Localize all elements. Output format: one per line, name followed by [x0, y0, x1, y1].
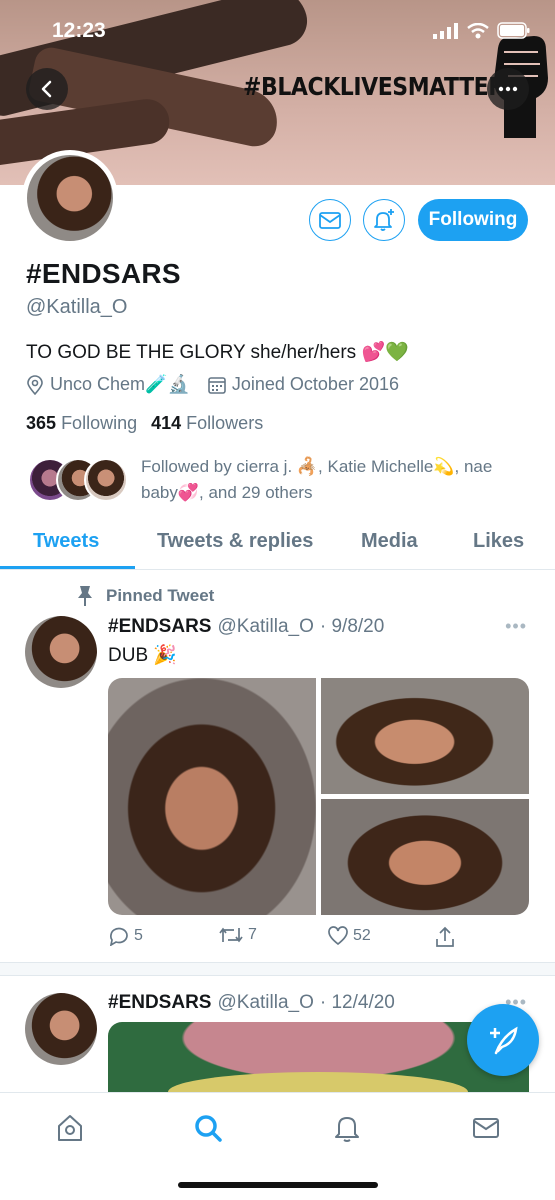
notifications-button[interactable]: [363, 199, 405, 241]
tweet-more-button[interactable]: •••: [505, 616, 527, 637]
tab-media[interactable]: Media: [361, 530, 418, 553]
messages-icon[interactable]: [471, 1113, 501, 1143]
location-item: Unco Chem🧪🔬: [26, 374, 190, 395]
followers-count: 414: [151, 413, 182, 433]
wifi-icon: [467, 22, 489, 38]
tweet-photo[interactable]: [108, 1022, 529, 1102]
like-button[interactable]: 52: [327, 926, 371, 946]
tweet-author-handle: @Katilla_O: [217, 616, 314, 637]
reply-button[interactable]: 5: [108, 926, 143, 946]
tweet-date: · 9/8/20: [319, 616, 385, 637]
retweet-icon: [219, 927, 243, 943]
avatar: [84, 458, 128, 502]
following-count-link[interactable]: 365 Following: [26, 413, 137, 434]
search-icon[interactable]: [193, 1113, 223, 1143]
tab-tweets-replies[interactable]: Tweets & replies: [157, 530, 313, 553]
tweet-author-handle: @Katilla_O: [217, 992, 314, 1013]
profile-handle: @Katilla_O: [26, 296, 128, 318]
share-icon: [436, 926, 454, 947]
tweet-photo[interactable]: [321, 799, 529, 915]
reply-count: 5: [134, 927, 143, 944]
more-options-button[interactable]: [487, 68, 529, 110]
following-button[interactable]: Following: [418, 199, 528, 241]
following-label: Following: [61, 413, 138, 433]
calendar-icon: [208, 376, 226, 394]
chevron-left-icon: [41, 80, 52, 98]
profile-bio: TO GOD BE THE GLORY she/her/hers 💕💚: [26, 342, 409, 363]
tweet-author-name: #ENDSARS: [108, 616, 212, 637]
joined-item: Joined October 2016: [208, 374, 399, 395]
message-button[interactable]: [309, 199, 351, 241]
home-indicator: [178, 1182, 378, 1188]
tweet-date: · 12/4/20: [319, 992, 395, 1013]
retweet-button[interactable]: 7: [218, 926, 257, 944]
status-time: 12:23: [52, 19, 106, 42]
more-icon: [498, 86, 518, 92]
profile-location: Unco Chem🧪🔬: [50, 374, 190, 394]
notifications-icon[interactable]: [332, 1113, 362, 1143]
tweet-header: #ENDSARS @Katilla_O · 9/8/20: [108, 616, 384, 638]
compose-tweet-button[interactable]: [467, 1004, 539, 1076]
tweet-actions: 5 7 52: [108, 926, 458, 952]
share-button[interactable]: [435, 926, 455, 948]
profile-joined: Joined October 2016: [231, 374, 399, 394]
like-count: 52: [353, 927, 371, 944]
following-count: 365: [26, 413, 57, 433]
tab-tweets[interactable]: Tweets: [33, 530, 99, 553]
tweet-avatar[interactable]: [25, 616, 97, 688]
followers-count-link[interactable]: 414 Followers: [151, 413, 263, 434]
retweet-count: 7: [248, 926, 257, 943]
follow-counts: 365 Following 414 Followers: [26, 413, 263, 434]
profile-avatar[interactable]: [22, 150, 118, 246]
profile-name: #ENDSARS: [26, 258, 181, 289]
tweet-avatar[interactable]: [25, 993, 97, 1065]
reply-icon: [109, 927, 128, 946]
profile-meta: Unco Chem🧪🔬 Joined October 2016: [26, 374, 417, 395]
location-pin-icon: [27, 374, 43, 395]
tweet-author-name: #ENDSARS: [108, 992, 212, 1013]
tweet-text: DUB 🎉: [108, 645, 178, 666]
compose-feather-icon: [490, 1026, 518, 1055]
profile-tabs: Tweets Tweets & replies Media Likes: [0, 520, 555, 570]
heart-icon: [328, 926, 348, 946]
battery-icon: [497, 22, 530, 39]
followed-by-text[interactable]: Followed by cierra j. 🦂, Katie Michelle💫…: [141, 454, 531, 506]
tab-likes[interactable]: Likes: [473, 530, 524, 553]
tweet-photo[interactable]: [321, 678, 529, 794]
tweet-divider: [0, 962, 555, 976]
followed-by-avatars[interactable]: [28, 458, 128, 504]
home-icon[interactable]: [55, 1113, 85, 1143]
active-tab-indicator: [0, 566, 135, 569]
followers-label: Followers: [186, 413, 264, 433]
status-bar: 12:23: [0, 0, 555, 60]
pinned-label-row: Pinned Tweet: [76, 585, 214, 607]
bell-plus-icon: [374, 209, 394, 231]
pin-icon: [78, 586, 92, 606]
tweet-media-grid: [108, 678, 529, 915]
status-icons: [433, 22, 531, 39]
tweet-header: #ENDSARS @Katilla_O · 12/4/20: [108, 992, 395, 1014]
mail-icon: [319, 211, 341, 229]
signal-icon: [433, 22, 458, 39]
pinned-tweet-label: Pinned Tweet: [106, 586, 215, 605]
back-button[interactable]: [26, 68, 68, 110]
tweet-photo[interactable]: [108, 678, 316, 915]
banner-text: #BLACKLIVESMATTER: [243, 72, 505, 101]
